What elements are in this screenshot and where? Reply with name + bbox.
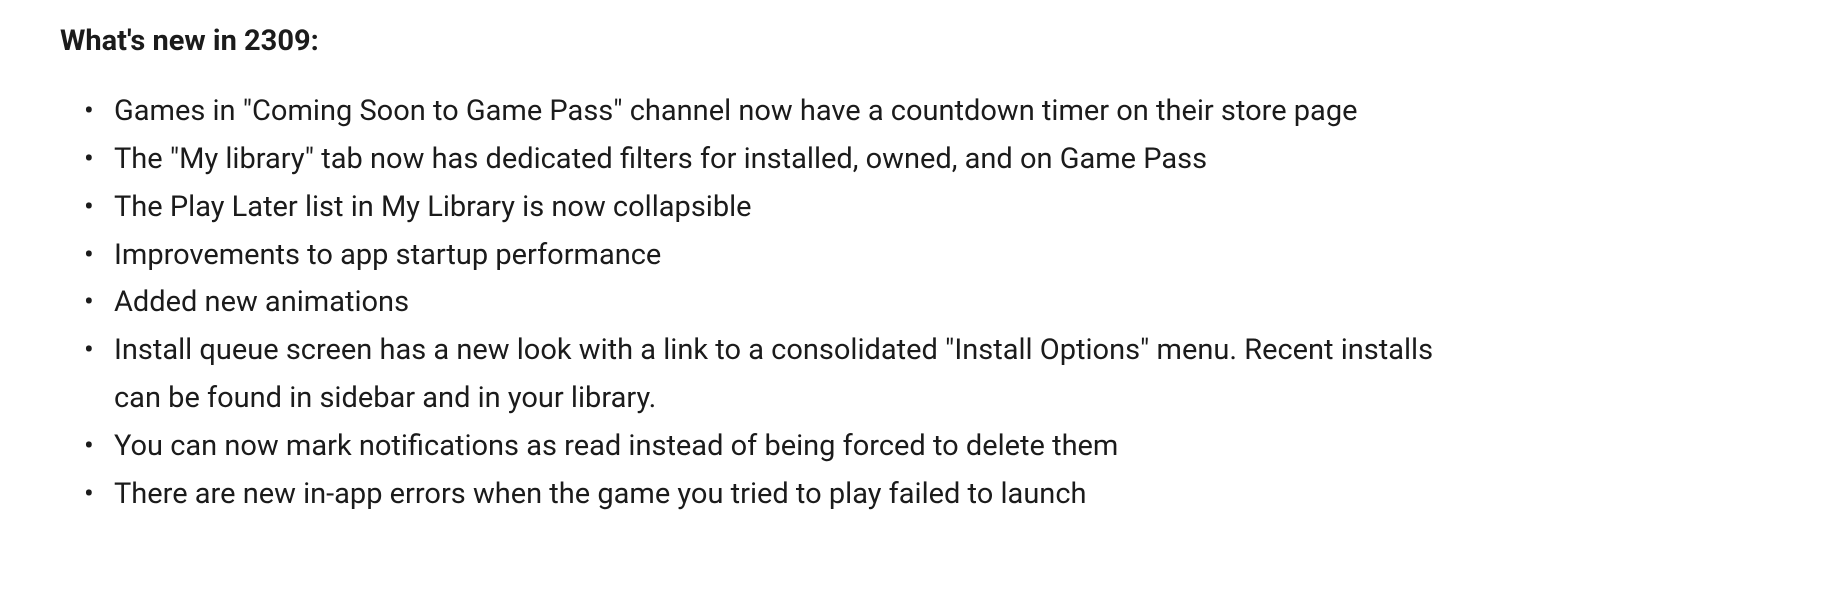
list-item: The Play Later list in My Library is now… bbox=[114, 184, 1440, 232]
list-item: Added new animations bbox=[114, 279, 1440, 327]
changelog-heading: What's new in 2309: bbox=[60, 24, 1765, 58]
list-item: There are new in-app errors when the gam… bbox=[114, 471, 1440, 519]
changelog-list: Games in "Coming Soon to Game Pass" chan… bbox=[60, 88, 1440, 519]
list-item: Games in "Coming Soon to Game Pass" chan… bbox=[114, 88, 1440, 136]
list-item: Improvements to app startup performance bbox=[114, 232, 1440, 280]
list-item: The "My library" tab now has dedicated f… bbox=[114, 136, 1440, 184]
list-item: You can now mark notifications as read i… bbox=[114, 423, 1440, 471]
list-item: Install queue screen has a new look with… bbox=[114, 327, 1440, 423]
